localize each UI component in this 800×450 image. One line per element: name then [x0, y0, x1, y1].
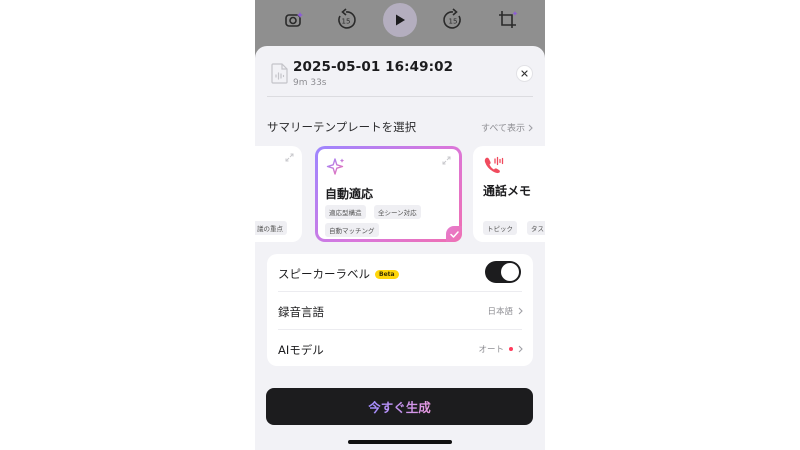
- template-tag: 自動マッチング: [325, 223, 379, 237]
- chevron-right-icon: [528, 124, 533, 131]
- notification-dot: [509, 347, 513, 351]
- close-icon: [521, 70, 528, 77]
- speaker-label-toggle[interactable]: [485, 261, 521, 283]
- phone-screen: 15 15 2025-05-01 16:49:02 9m 33s サマリーテンプ…: [255, 0, 545, 450]
- recording-language-row[interactable]: 録音言語 日本語: [267, 292, 533, 329]
- svg-text:15: 15: [342, 18, 351, 26]
- generate-now-label: 今すぐ生成: [368, 397, 431, 416]
- template-tag: 議の重点: [255, 221, 287, 235]
- ai-model-row[interactable]: AIモデル オート: [267, 330, 533, 367]
- generate-now-button[interactable]: 今すぐ生成: [266, 388, 533, 425]
- template-card-auto-adapt[interactable]: 自動適応 適応型構造 全シーン対応 自動マッチング: [315, 146, 462, 242]
- expand-icon[interactable]: [285, 153, 294, 162]
- forward-15-icon: 15: [443, 8, 461, 29]
- rewind-15-button[interactable]: 15: [331, 5, 361, 35]
- recording-language-value: 日本語: [487, 307, 513, 317]
- recording-duration: 9m 33s: [293, 78, 327, 88]
- toggle-knob: [501, 263, 519, 281]
- template-card-title: 自動適応: [325, 187, 374, 201]
- audio-file-icon: [271, 63, 288, 84]
- see-all-link[interactable]: すべて表示: [481, 121, 533, 134]
- chevron-right-icon: [518, 307, 523, 315]
- ai-model-value: オート: [478, 345, 504, 355]
- phone-call-icon: [484, 156, 504, 174]
- ai-camera-icon[interactable]: [279, 5, 309, 35]
- template-card-meeting[interactable]: 議の重点: [255, 146, 302, 242]
- recording-language-label: 録音言語: [278, 305, 324, 319]
- summary-sheet: 2025-05-01 16:49:02 9m 33s サマリーテンプレートを選択…: [255, 46, 545, 450]
- rewind-15-icon: 15: [338, 8, 356, 29]
- close-button[interactable]: [516, 65, 533, 82]
- checkmark-icon: [449, 230, 459, 238]
- settings-list: スピーカーラベル Beta 録音言語 日本語 AIモデル オート: [267, 254, 533, 366]
- ai-model-label: AIモデル: [278, 343, 324, 357]
- player-toolbar: 15 15: [255, 0, 545, 46]
- header-divider: [267, 96, 533, 97]
- template-tag: 適応型構造: [325, 205, 366, 219]
- speaker-label-row: スピーカーラベル Beta: [267, 254, 533, 291]
- play-button[interactable]: [383, 3, 417, 37]
- chevron-right-icon: [518, 345, 523, 353]
- beta-badge: Beta: [375, 269, 399, 279]
- speaker-label-text: スピーカーラベル: [278, 267, 370, 281]
- template-tag: タス: [527, 221, 545, 235]
- template-card-call-memo[interactable]: 通話メモ トピック タス: [473, 146, 545, 242]
- template-section-title: サマリーテンプレートを選択: [267, 120, 417, 134]
- forward-15-button[interactable]: 15: [438, 5, 468, 35]
- svg-text:15: 15: [449, 18, 458, 26]
- sparkle-icon: [326, 158, 345, 175]
- selected-check: [446, 226, 462, 242]
- play-icon: [396, 14, 405, 26]
- template-tag: トピック: [483, 221, 517, 235]
- recording-title: 2025-05-01 16:49:02: [293, 59, 454, 75]
- home-indicator: [348, 440, 452, 444]
- crop-sparkle-icon[interactable]: [493, 5, 523, 35]
- template-card-title: 通話メモ: [483, 184, 532, 198]
- see-all-label: すべて表示: [480, 124, 525, 134]
- template-tag: 全シーン対応: [374, 205, 421, 219]
- expand-icon[interactable]: [442, 156, 451, 165]
